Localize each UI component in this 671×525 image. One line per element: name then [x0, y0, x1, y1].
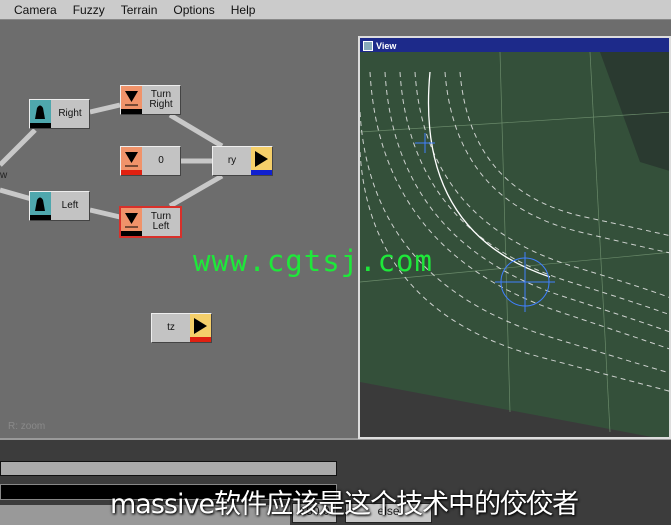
partial-node-label: w: [0, 170, 8, 181]
view-window[interactable]: View: [358, 36, 671, 439]
node-turn-left[interactable]: Turn Left: [119, 206, 182, 238]
timeline-bar[interactable]: [0, 461, 337, 476]
bell-icon: [30, 192, 51, 220]
play-arrow-icon: [251, 147, 272, 175]
menu-help[interactable]: Help: [223, 0, 264, 19]
menu-terrain[interactable]: Terrain: [113, 0, 166, 19]
node-ry[interactable]: ry: [212, 146, 273, 176]
menu-camera[interactable]: Camera: [0, 0, 65, 19]
node-turn-right[interactable]: Turn Right: [120, 85, 181, 115]
zoom-hint: R: zoom: [8, 421, 46, 432]
watermark: www.cgtsj.com: [193, 244, 433, 278]
node-left[interactable]: Left: [29, 191, 90, 221]
triangle-down-icon: [121, 86, 142, 114]
node-right[interactable]: Right: [29, 99, 90, 129]
play-arrow-icon: [190, 314, 211, 342]
menu-fuzzy[interactable]: Fuzzy: [65, 0, 113, 19]
menu-bar: Camera Fuzzy Terrain Options Help: [0, 0, 671, 20]
menu-options[interactable]: Options: [165, 0, 222, 19]
video-subtitle: massive软件应该是这个技术中的佼佼者: [110, 489, 579, 520]
triangle-down-icon: [121, 147, 142, 175]
view-title-bar[interactable]: View: [360, 38, 669, 52]
window-icon: [363, 40, 373, 51]
node-tz[interactable]: tz: [151, 313, 212, 343]
triangle-down-icon: [121, 208, 142, 236]
bell-icon: [30, 100, 51, 128]
node-zero[interactable]: 0: [120, 146, 181, 176]
